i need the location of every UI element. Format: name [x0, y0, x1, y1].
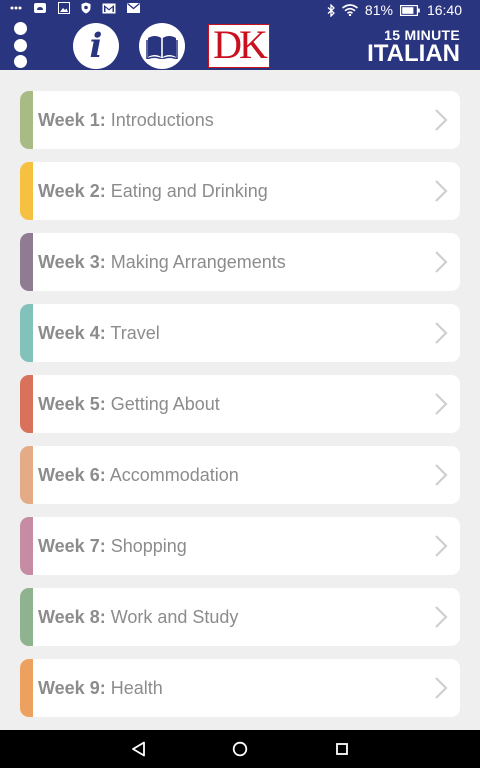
- week-title: Shopping: [105, 536, 187, 556]
- recent-apps-icon[interactable]: [336, 743, 348, 755]
- week-item-5[interactable]: Week 5: Getting About: [20, 375, 460, 433]
- week-number: Week 7:: [38, 536, 106, 556]
- mail-icon: [127, 3, 140, 13]
- status-system-icons: 81% 16:40: [327, 0, 462, 20]
- week-color-strip: [20, 659, 33, 717]
- week-number: Week 3:: [38, 252, 106, 272]
- week-title: Travel: [105, 323, 160, 343]
- chevron-right-icon: [435, 393, 448, 415]
- week-item-3[interactable]: Week 3: Making Arrangements: [20, 233, 460, 291]
- info-icon: i: [89, 26, 103, 66]
- week-title: Making Arrangements: [105, 252, 286, 272]
- wifi-icon: [341, 4, 358, 16]
- clock: 16:40: [426, 2, 462, 18]
- week-color-strip: [20, 517, 33, 575]
- week-title: Introductions: [105, 110, 214, 130]
- chevron-right-icon: [435, 322, 448, 344]
- week-color-strip: [20, 375, 33, 433]
- week-item-6[interactable]: Week 6: Accommodation: [20, 446, 460, 504]
- bluetooth-icon: [327, 3, 335, 17]
- chevron-right-icon: [435, 677, 448, 699]
- week-color-strip: [20, 91, 33, 149]
- week-title: Health: [105, 678, 163, 698]
- week-item-9[interactable]: Week 9: Health: [20, 659, 460, 717]
- app-title: 15 MINUTE ITALIAN: [367, 28, 460, 66]
- chevron-right-icon: [435, 251, 448, 273]
- image-icon: [58, 2, 70, 14]
- week-color-strip: [20, 446, 33, 504]
- week-color-strip: [20, 588, 33, 646]
- more-icon: [10, 6, 22, 10]
- chevron-right-icon: [435, 180, 448, 202]
- week-number: Week 8:: [38, 607, 106, 627]
- week-item-1[interactable]: Week 1: Introductions: [20, 91, 460, 149]
- week-title: Eating and Drinking: [105, 181, 268, 201]
- home-icon[interactable]: [232, 741, 248, 757]
- battery-percent: 81%: [364, 2, 393, 18]
- week-item-8[interactable]: Week 8: Work and Study: [20, 588, 460, 646]
- dk-logo-text: DK: [213, 24, 268, 67]
- week-number: Week 4:: [38, 323, 106, 343]
- book-button[interactable]: [139, 23, 185, 69]
- book-icon: [146, 36, 178, 59]
- gmail-icon: [102, 3, 116, 14]
- week-number: Week 9:: [38, 678, 106, 698]
- dk-logo: DK: [208, 24, 270, 68]
- menu-icon[interactable]: [12, 22, 28, 68]
- status-notification-icons: [10, 2, 140, 14]
- app-title-line2: ITALIAN: [367, 40, 460, 67]
- week-color-strip: [20, 233, 33, 291]
- week-number: Week 1:: [38, 110, 106, 130]
- navigation-bar: [0, 730, 480, 768]
- week-color-strip: [20, 162, 33, 220]
- week-number: Week 6:: [38, 465, 106, 485]
- status-bar: 81% 16:40: [0, 0, 480, 20]
- chevron-right-icon: [435, 109, 448, 131]
- week-list: Week 1: Introductions Week 2: Eating and…: [20, 91, 460, 730]
- week-item-4[interactable]: Week 4: Travel: [20, 304, 460, 362]
- week-title: Accommodation: [105, 465, 239, 485]
- chevron-right-icon: [435, 535, 448, 557]
- shield-icon: [81, 2, 91, 14]
- week-title: Work and Study: [105, 607, 239, 627]
- info-button[interactable]: i: [73, 23, 119, 69]
- chevron-right-icon: [435, 606, 448, 628]
- week-number: Week 2:: [38, 181, 106, 201]
- battery-icon: [399, 4, 420, 16]
- chevron-right-icon: [435, 464, 448, 486]
- app-header: i DK 15 MINUTE ITALIAN: [0, 20, 480, 70]
- week-color-strip: [20, 304, 33, 362]
- week-item-2[interactable]: Week 2: Eating and Drinking: [20, 162, 460, 220]
- cloud-icon: [33, 2, 47, 14]
- week-number: Week 5:: [38, 394, 106, 414]
- back-icon[interactable]: [131, 741, 147, 757]
- week-title: Getting About: [105, 394, 220, 414]
- week-item-7[interactable]: Week 7: Shopping: [20, 517, 460, 575]
